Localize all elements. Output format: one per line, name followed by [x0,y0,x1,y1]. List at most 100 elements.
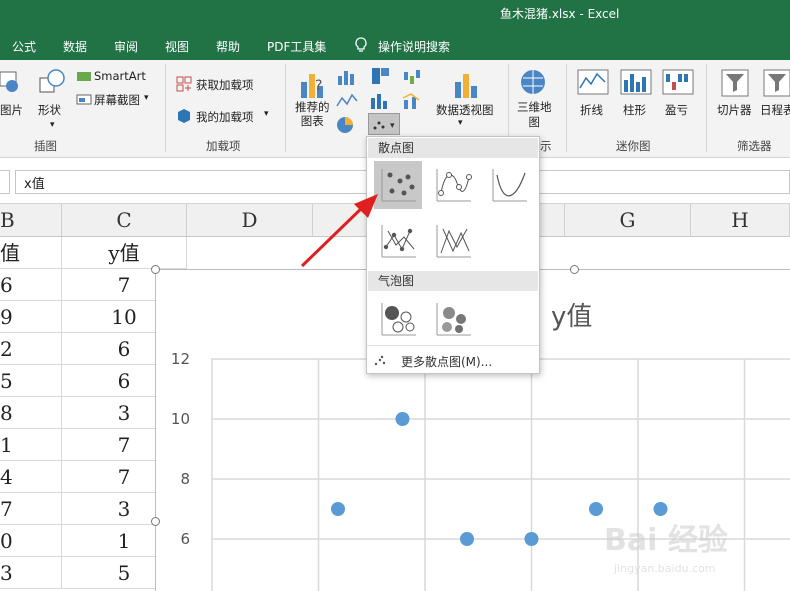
screenshot-dropdown-icon[interactable]: ▾ [144,93,149,103]
statistic-chart-icon[interactable] [370,92,392,110]
slicer-icon[interactable] [720,68,750,98]
cell-b9[interactable]: 7 [0,493,62,525]
sparkline-winloss-icon[interactable] [662,68,694,98]
illustrations-group-label: 插图 [34,139,57,153]
get-addins-icon[interactable] [176,76,192,92]
cell-b8[interactable]: 4 [0,461,62,493]
screenshot-icon[interactable] [76,92,92,106]
chart-resize-handle[interactable] [570,265,579,274]
cell-b2[interactable]: 6 [0,269,62,301]
scatter-option-smooth-lines[interactable] [485,161,533,209]
data-point [331,502,345,516]
combo-chart-icon[interactable] [402,92,426,110]
recommended-charts-button[interactable]: 推荐的 图表 [295,100,330,128]
pictures-icon[interactable] [0,70,22,94]
timeline-button[interactable]: 日程表 [760,102,790,118]
y-tick-label: 8 [180,470,190,488]
cell-b10[interactable]: 0 [0,525,62,557]
my-addins-icon[interactable] [176,108,192,124]
tell-me-search[interactable]: 操作说明搜索 [378,38,450,55]
shapes-icon[interactable] [38,68,66,96]
cell-b6[interactable]: 8 [0,397,62,429]
tab-view[interactable]: 视图 [165,38,189,55]
scatter-chart-button[interactable]: ▾ [368,113,400,135]
sparkline-column-icon[interactable] [620,68,652,98]
pivot-chart-dropdown-icon[interactable]: ▾ [458,118,463,128]
pictures-button[interactable]: 图片 [0,102,23,118]
bubble-section-header: 气泡图 [368,271,538,291]
cell-b4[interactable]: 2 [0,333,62,365]
smartart-button[interactable]: SmartArt [94,69,146,83]
my-addins-dropdown-icon[interactable]: ▾ [264,109,269,119]
ribbon-tabs: 公式 数据 审阅 视图 帮助 PDF工具集 操作说明搜索 [0,30,790,60]
chart-resize-handle[interactable] [151,517,160,526]
shapes-button[interactable]: 形状 [38,102,61,118]
screenshot-button[interactable]: 屏幕截图 [94,92,140,108]
column-header-d[interactable]: D [187,204,313,237]
sparkline-line-button[interactable]: 折线 [580,102,603,118]
tab-review[interactable]: 审阅 [114,38,138,55]
column-chart-icon[interactable] [336,68,358,86]
cell-b3[interactable]: 9 [0,301,62,333]
column-header-g[interactable]: G [565,204,691,237]
addins-group-label: 加载项 [206,139,241,153]
bubble-option-basic[interactable] [374,295,422,343]
sparkline-column-button[interactable]: 柱形 [623,102,646,118]
column-header-h[interactable]: H [691,204,790,237]
my-addins-button[interactable]: 我的加载项 [196,109,254,125]
sparkline-line-icon[interactable] [577,68,609,98]
tab-pdf-tools[interactable]: PDF工具集 [267,38,326,55]
map-3d-button[interactable]: 三维地 图 [517,100,552,130]
more-scatter-icon [374,355,386,366]
watermark-sub: jingyan.baidu.com [613,562,716,575]
group-separator [285,64,286,152]
pivot-chart-button[interactable]: 数据透视图 [436,102,494,118]
group-separator [566,64,567,152]
scatter-option-straight-lines[interactable] [429,217,477,265]
watermark-brand: Bai 经验 [604,523,728,558]
bubble-option-3d[interactable] [429,295,477,343]
tab-formulas[interactable]: 公式 [12,38,36,55]
filters-group-label: 筛选器 [737,139,772,153]
recommended-charts-icon[interactable]: ? [299,68,329,102]
pie-chart-icon[interactable] [336,116,356,134]
line-chart-icon[interactable] [336,92,358,110]
group-separator [706,64,707,152]
menu-divider [367,345,539,346]
cell-b7[interactable]: 1 [0,429,62,461]
slicer-button[interactable]: 切片器 [717,102,752,118]
get-addins-button[interactable]: 获取加载项 [196,77,254,93]
group-separator [165,64,166,152]
scatter-option-smooth-markers[interactable] [429,161,477,209]
column-header-c[interactable]: C [62,204,187,237]
column-header-b[interactable]: B [0,204,62,237]
data-point [524,532,539,546]
data-point [395,412,410,426]
y-tick-label: 10 [171,410,190,428]
scatter-section-header: 散点图 [368,138,538,158]
pivot-chart-icon[interactable] [451,68,481,102]
smartart-icon[interactable] [76,69,92,83]
scatter-chart-icon: ▾ [373,121,395,131]
map-3d-icon[interactable] [518,68,548,98]
chart-resize-handle[interactable] [151,265,160,274]
y-tick-label: 12 [171,350,190,368]
lightbulb-icon [355,37,367,52]
cell-b11[interactable]: 3 [0,557,62,589]
red-arrow-annotation [300,194,378,268]
timeline-icon[interactable] [762,68,790,98]
title-bar: 鱼木混猪.xlsx - Excel [0,0,790,30]
sparkline-winloss-button[interactable]: 盈亏 [665,102,688,118]
waterfall-chart-icon[interactable] [402,68,426,86]
tab-data[interactable]: 数据 [63,38,87,55]
cell-b5[interactable]: 5 [0,365,62,397]
more-scatter-charts-link[interactable]: 更多散点图(M)... [401,353,492,370]
hierarchy-chart-icon[interactable] [370,66,392,86]
formula-value: x值 [24,177,45,192]
shapes-dropdown-icon[interactable]: ▾ [50,120,55,130]
cell-b1[interactable]: 值 [0,237,62,269]
tab-help[interactable]: 帮助 [216,38,240,55]
cell-c1[interactable]: y值 [62,237,187,269]
sparklines-group-label: 迷你图 [616,139,651,153]
name-box[interactable] [0,170,10,194]
